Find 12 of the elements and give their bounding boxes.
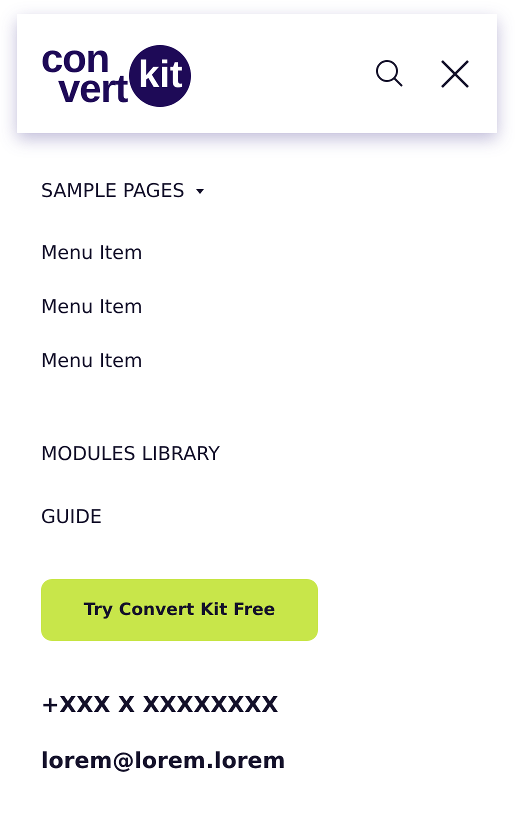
nav-link[interactable]: MODULES LIBRARY [41, 442, 220, 466]
menu-item[interactable]: Menu Item [41, 295, 142, 319]
try-free-button[interactable]: Try Convert Kit Free [41, 579, 318, 641]
close-icon[interactable] [441, 60, 469, 88]
phone-number: +XXX X XXXXXXXX [41, 693, 278, 719]
nav-link[interactable]: GUIDE [41, 505, 102, 529]
menu-item[interactable]: Menu Item [41, 349, 142, 373]
email-address: lorem@lorem.lorem [41, 749, 286, 775]
menu-item[interactable]: Menu Item [41, 241, 142, 265]
menu-dropdown[interactable]: SAMPLE PAGES [41, 180, 205, 202]
search-icon[interactable] [375, 58, 405, 88]
caret-icon [194, 186, 205, 196]
